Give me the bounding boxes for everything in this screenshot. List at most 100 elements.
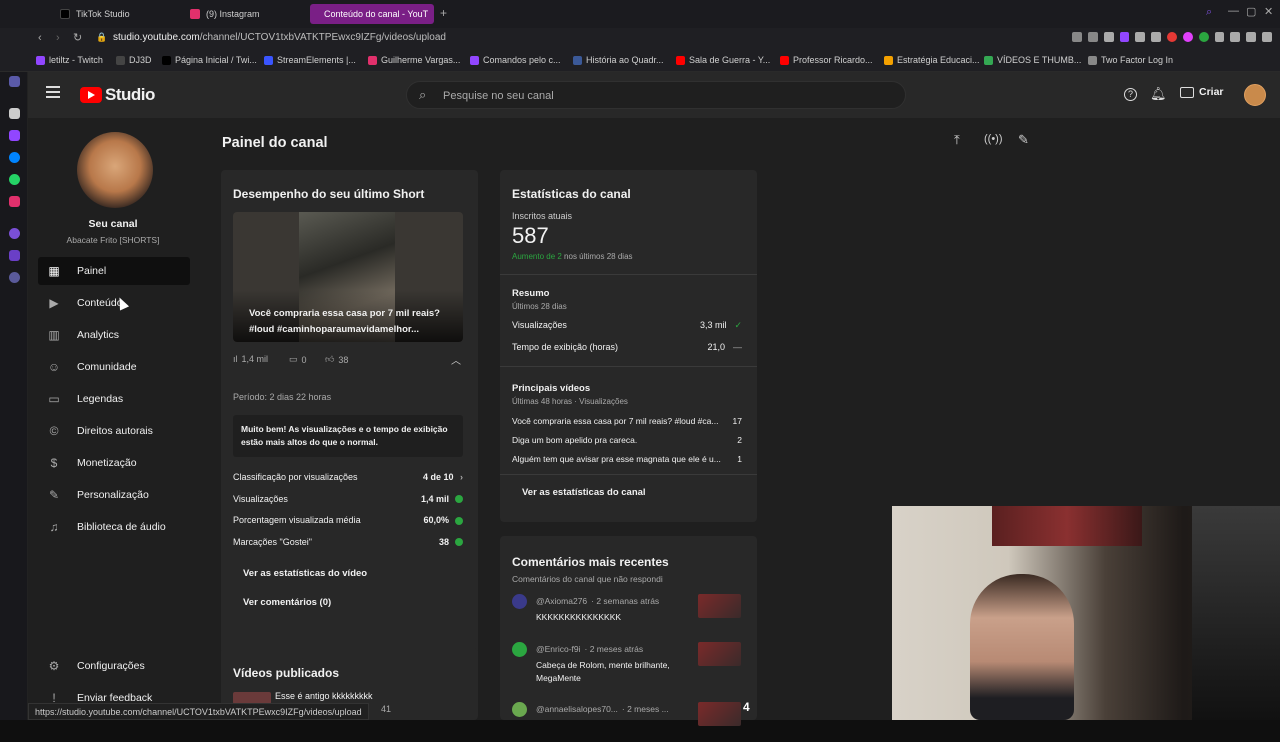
- whatsapp-icon[interactable]: [9, 174, 20, 185]
- share-icon[interactable]: [1230, 32, 1241, 42]
- messenger-icon[interactable]: [9, 152, 20, 163]
- url-field[interactable]: studio.youtube.com/channel/UCTOV1txbVATK…: [113, 32, 446, 43]
- bookmark-item[interactable]: letiltz - Twitch: [36, 55, 103, 65]
- bookmark-icon: [984, 55, 993, 65]
- instagram-icon[interactable]: [9, 196, 20, 207]
- nav-item-copyright[interactable]: © Direitos autorais: [38, 417, 190, 445]
- commenter-avatar[interactable]: [512, 702, 527, 717]
- sidebar-app-icon[interactable]: [9, 108, 20, 119]
- top-video-row[interactable]: Alguém tem que avisar pra esse magnata q…: [512, 454, 742, 464]
- summary-value: 3,3 mil: [699, 320, 727, 330]
- sidebar-app-icon[interactable]: [9, 76, 20, 87]
- bookmark-item[interactable]: Estratégia Educaci...: [884, 55, 980, 65]
- bookmark-item[interactable]: História ao Quadr...: [573, 55, 664, 65]
- extension-icon[interactable]: [1087, 32, 1098, 42]
- comment-item[interactable]: @Enrico-f9i · 2 meses atrás Cabeça de Rolo…: [512, 642, 744, 683]
- bookmark-item[interactable]: Two Factor Log In: [1088, 55, 1173, 65]
- extension-icon[interactable]: [1103, 32, 1114, 42]
- nav-item-settings[interactable]: ⚙ Configurações: [38, 652, 190, 680]
- tab-instagram[interactable]: (9) Instagram: [182, 4, 306, 24]
- upload-icon[interactable]: ⤒: [954, 132, 960, 148]
- tab-tiktok[interactable]: TikTok Studio: [52, 4, 178, 24]
- bookmark-item[interactable]: VÍDEOS E THUMB...: [984, 55, 1081, 65]
- comment-item[interactable]: @Axioma276 · 2 semanas atrás KKKKKKKKKKKKK…: [512, 594, 744, 634]
- summary-label: Visualizações: [512, 320, 567, 330]
- reload-icon[interactable]: ↻: [73, 31, 82, 44]
- subscribers-growth: Aumento de 2: [512, 252, 562, 261]
- bookmark-item[interactable]: Página Inicial / Twi...: [162, 55, 257, 65]
- bookmark-item[interactable]: Sala de Guerra - Y...: [676, 55, 770, 65]
- account-avatar[interactable]: [1244, 84, 1266, 106]
- help-icon[interactable]: ?: [1124, 88, 1137, 101]
- minimize-icon[interactable]: —: [1228, 5, 1239, 17]
- bookmark-item[interactable]: Professor Ricardo...: [780, 55, 873, 65]
- commenter-avatar[interactable]: [512, 642, 527, 657]
- twitch-icon[interactable]: [9, 130, 20, 141]
- sidebar-app-icon[interactable]: [9, 228, 20, 239]
- collapse-icon[interactable]: ︿: [451, 352, 461, 367]
- short-thumbnail[interactable]: Você compraria essa casa por 7 mil reais…: [233, 212, 463, 342]
- nav-item-content[interactable]: ▶ Conteúdo: [38, 289, 190, 317]
- nav-item-subtitles[interactable]: ▭ Legendas: [38, 385, 190, 413]
- tab-label: (9) Instagram: [206, 9, 260, 19]
- nav-item-dashboard[interactable]: ▦ Painel: [38, 257, 190, 285]
- download-icon[interactable]: [1246, 32, 1257, 42]
- menu-icon[interactable]: [1262, 32, 1272, 42]
- create-post-icon[interactable]: ✎: [1018, 132, 1029, 148]
- webcam-right-shadow: [1192, 506, 1280, 720]
- hamburger-menu-icon[interactable]: [46, 86, 60, 98]
- extension-icon[interactable]: [1072, 32, 1082, 42]
- sidebar-app-icon[interactable]: [9, 250, 20, 261]
- search-bar[interactable]: ⌕ Pesquise no seu canal: [406, 81, 906, 109]
- comment-author[interactable]: @Axioma276: [536, 596, 587, 606]
- video-stats-link[interactable]: Ver as estatísticas do vídeo: [243, 568, 367, 579]
- comment-video-thumbnail[interactable]: [698, 642, 741, 666]
- top-video-row[interactable]: Você compraria essa casa por 7 mil reais…: [512, 416, 742, 426]
- go-live-icon[interactable]: ((•)): [984, 133, 1003, 145]
- close-icon[interactable]: ✕: [1264, 5, 1273, 18]
- bookmark-item[interactable]: StreamElements |...: [264, 55, 356, 65]
- create-button[interactable]: Criar: [1180, 86, 1224, 98]
- published-video-title[interactable]: Esse é antigo kkkkkkkkk: [275, 691, 373, 701]
- new-tab-icon[interactable]: +: [440, 6, 447, 20]
- extension-icon[interactable]: [1182, 32, 1193, 42]
- summary-row: Visualizações 3,3 mil ✓: [512, 320, 742, 331]
- extension-icon[interactable]: [1119, 32, 1130, 42]
- top-videos-period: Últimas 48 horas · Visualizações: [512, 397, 628, 406]
- nav-item-community[interactable]: ☺ Comunidade: [38, 353, 190, 381]
- extension-icon[interactable]: [1167, 32, 1177, 42]
- nav-item-monetization[interactable]: $ Monetização: [38, 449, 190, 477]
- comment-item[interactable]: @annaelisalopes70... · 2 meses ...: [512, 702, 744, 742]
- nav-item-label: Monetização: [77, 457, 137, 469]
- bookmark-item[interactable]: Comandos pelo c...: [470, 55, 561, 65]
- bookmark-item[interactable]: DJ3D: [116, 55, 152, 65]
- top-video-row[interactable]: Diga um bom apelido pra careca. 2: [512, 435, 742, 445]
- studio-logo[interactable]: Studio: [80, 85, 155, 105]
- comment-author[interactable]: @annaelisalopes70...: [536, 704, 618, 714]
- nav-item-audio-library[interactable]: ♫ Biblioteca de áudio: [38, 513, 190, 541]
- extension-icon[interactable]: [1135, 32, 1146, 42]
- search-tabs-icon[interactable]: ⌕: [1206, 6, 1212, 19]
- comment-video-thumbnail[interactable]: [698, 594, 741, 618]
- comments-link[interactable]: Ver comentários (0): [243, 597, 331, 608]
- bookmark-icon: [264, 55, 273, 65]
- comment-video-thumbnail[interactable]: [698, 702, 741, 726]
- browser-sidebar: [0, 0, 28, 720]
- search-input[interactable]: Pesquise no seu canal: [443, 90, 554, 102]
- forward-icon[interactable]: ›: [56, 32, 60, 44]
- heart-icon[interactable]: [1151, 32, 1162, 42]
- channel-avatar[interactable]: [77, 132, 153, 208]
- tab-youtube-studio[interactable]: Conteúdo do canal - YouT: [310, 4, 434, 24]
- nav-item-customization[interactable]: ✎ Personalização: [38, 481, 190, 509]
- maximize-icon[interactable]: ▢: [1246, 5, 1256, 18]
- comment-author[interactable]: @Enrico-f9i: [536, 644, 581, 654]
- channel-stats-link[interactable]: Ver as estatísticas do canal: [522, 487, 646, 498]
- extensions-icon[interactable]: [1214, 32, 1225, 42]
- back-icon[interactable]: ‹: [38, 32, 42, 44]
- notifications-icon[interactable]: 🔔︎: [1150, 86, 1167, 102]
- settings-icon[interactable]: [9, 272, 20, 283]
- nav-item-analytics[interactable]: ▥ Analytics: [38, 321, 190, 349]
- extension-icon[interactable]: [1198, 32, 1209, 42]
- commenter-avatar[interactable]: [512, 594, 527, 609]
- bookmark-item[interactable]: Guilherme Vargas...: [368, 55, 460, 65]
